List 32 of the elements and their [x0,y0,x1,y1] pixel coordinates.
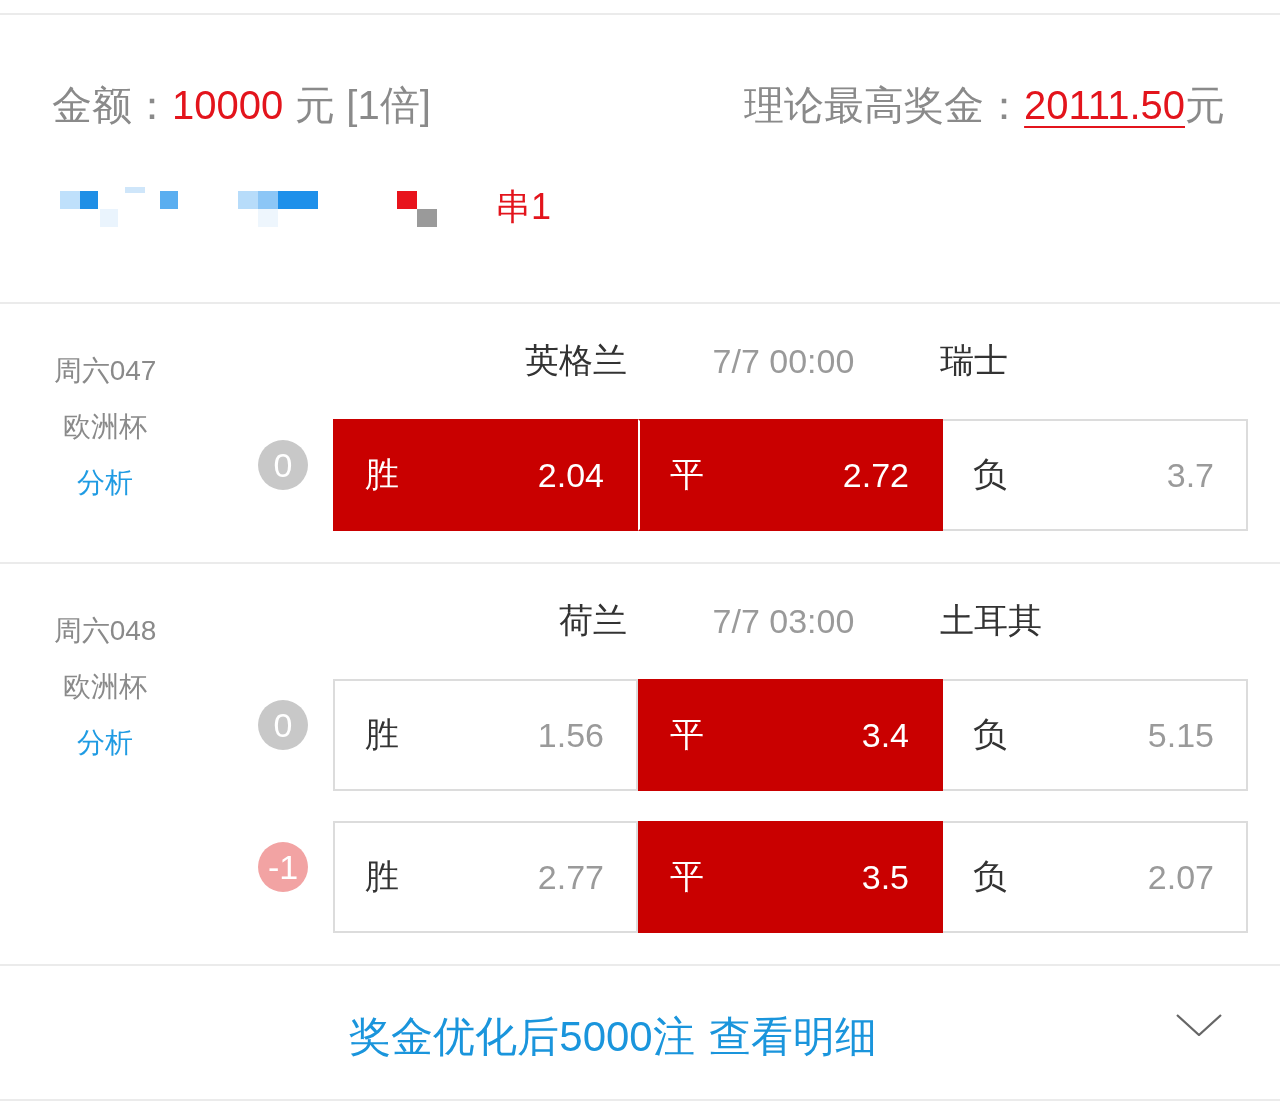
match-number: 周六047 [53,354,157,388]
max-prize-label: 理论最高奖金： [744,81,1025,129]
away-team-name: 土耳其 [940,600,1042,641]
match-number: 周六048 [53,614,157,648]
odds-option[interactable]: 平 2.72 [638,419,943,531]
match-time: 7/7 03:00 [712,601,855,641]
away-team-name: 瑞士 [940,340,1008,381]
prize-optimization-text[interactable]: 奖金优化后5000注 [349,1008,695,1065]
analysis-link[interactable]: 分析 [77,455,133,511]
amount-label: 金额： [52,81,172,129]
odds-option[interactable]: 负 3.7 [943,419,1248,531]
odds-option[interactable]: 胜 2.04 [333,419,638,531]
league-name: 欧洲杯 [63,670,147,704]
odds-option[interactable]: 负 5.15 [943,679,1248,791]
odds-option[interactable]: 负 2.07 [943,821,1248,933]
amount-value: 10000 [172,82,284,128]
amount-unit: 元 [1倍] [295,81,431,129]
max-prize-unit: 元 [1185,81,1225,129]
max-prize-value: 20111.50 [1024,82,1185,128]
home-team-name: 荷兰 [559,600,627,641]
odds-option[interactable]: 胜 1.56 [333,679,638,791]
home-team-name: 英格兰 [525,340,627,381]
match-time: 7/7 00:00 [712,341,855,381]
odds-option[interactable]: 平 3.4 [638,679,943,791]
chevron-down-icon[interactable] [1176,1013,1222,1036]
league-name: 欧洲杯 [63,410,147,444]
view-details-link[interactable]: 查看明细 [708,1008,877,1065]
pass-type-text: 串1 [495,184,552,229]
handicap-badge: -1 [258,842,308,892]
odds-option[interactable]: 胜 2.77 [333,821,638,933]
analysis-link[interactable]: 分析 [77,715,133,771]
odds-option[interactable]: 平 3.5 [638,821,943,933]
